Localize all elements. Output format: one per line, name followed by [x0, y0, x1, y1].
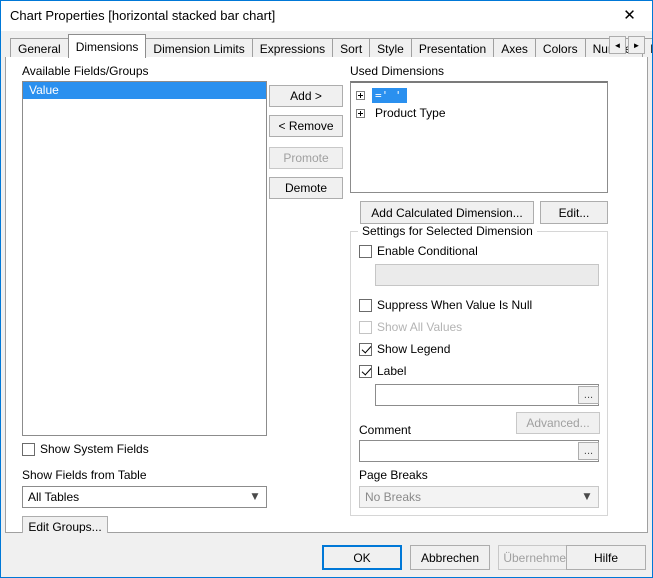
tab-dimensions[interactable]: Dimensions	[67, 34, 147, 58]
checkbox-icon	[359, 244, 372, 258]
tree-item-label: =' '	[372, 87, 407, 103]
expand-icon[interactable]	[356, 90, 365, 100]
tab-sort[interactable]: Sort	[332, 38, 371, 58]
tab-dimension-limits[interactable]: Dimension Limits	[145, 38, 253, 58]
tab-strip: General Dimensions Dimension Limits Expr…	[1, 31, 652, 58]
chevron-down-icon: ▼	[251, 492, 259, 502]
tab-axes[interactable]: Axes	[493, 38, 536, 58]
tab-colors[interactable]: Colors	[534, 38, 586, 58]
suppress-when-null-checkbox[interactable]: Suppress When Value Is Null	[359, 298, 532, 312]
tab-expressions[interactable]: Expressions	[251, 38, 334, 58]
chart-properties-dialog: Chart Properties [horizontal stacked bar…	[0, 0, 653, 578]
close-icon: ✕	[623, 6, 636, 24]
page-breaks-value: No Breaks	[365, 490, 422, 504]
help-button[interactable]: Hilfe	[566, 545, 646, 570]
expand-icon[interactable]	[356, 108, 365, 118]
comment-input[interactable]	[359, 440, 599, 462]
demote-dimension-button[interactable]: Demote	[269, 177, 343, 199]
table-filter-select[interactable]: All Tables ▼	[22, 486, 267, 508]
checkbox-icon	[359, 320, 372, 334]
label-browse-button[interactable]: ...	[578, 386, 599, 404]
add-dimension-button[interactable]: Add >	[269, 85, 343, 107]
checkbox-icon	[22, 442, 35, 456]
tab-scroll-buttons: ◄ ►	[609, 36, 645, 54]
settings-group-title: Settings for Selected Dimension	[358, 224, 537, 238]
tree-row[interactable]: Product Type	[351, 104, 607, 122]
list-item[interactable]: Value	[23, 82, 266, 99]
ok-button[interactable]: OK	[322, 545, 402, 570]
used-dimensions-label: Used Dimensions	[350, 64, 445, 78]
tab-style[interactable]: Style	[369, 38, 412, 58]
checkbox-icon	[359, 364, 372, 378]
show-all-values-checkbox: Show All Values	[359, 320, 462, 334]
page-breaks-label: Page Breaks	[359, 468, 428, 482]
dimensions-tab-panel: Available Fields/Groups Value Show Syste…	[5, 57, 648, 573]
dialog-footer: OK Abbrechen Übernehmen Hilfe	[1, 533, 652, 577]
window-title: Chart Properties [horizontal stacked bar…	[10, 8, 276, 23]
show-fields-from-table-label: Show Fields from Table	[22, 468, 147, 482]
suppress-when-null-label: Suppress When Value Is Null	[377, 298, 533, 312]
chevron-down-icon: ▼	[583, 492, 591, 502]
cancel-button[interactable]: Abbrechen	[410, 545, 490, 570]
table-filter-value: All Tables	[28, 490, 80, 504]
edit-dimension-button[interactable]: Edit...	[540, 201, 608, 224]
enable-conditional-checkbox[interactable]: Enable Conditional	[359, 244, 478, 258]
show-legend-label: Show Legend	[377, 342, 451, 356]
tab-scroll-right-icon[interactable]: ►	[628, 36, 645, 54]
checkbox-icon	[359, 298, 372, 312]
show-system-fields-label: Show System Fields	[40, 442, 149, 456]
tab-list: General Dimensions Dimension Limits Expr…	[10, 34, 652, 58]
checkbox-icon	[359, 342, 372, 356]
conditional-expression-input	[375, 264, 599, 286]
comment-label: Comment	[359, 423, 412, 437]
tree-row[interactable]: =' '	[351, 86, 607, 104]
available-fields-list[interactable]: Value	[22, 81, 267, 436]
remove-dimension-button[interactable]: < Remove	[269, 115, 343, 137]
enable-conditional-label: Enable Conditional	[377, 244, 478, 258]
tree-item-label: Product Type	[375, 106, 446, 120]
page-breaks-select[interactable]: No Breaks ▼	[359, 486, 599, 508]
show-all-values-label: Show All Values	[377, 320, 463, 334]
tab-general[interactable]: General	[10, 38, 69, 58]
close-button[interactable]: ✕	[607, 1, 652, 30]
show-system-fields-checkbox[interactable]: Show System Fields	[22, 442, 149, 456]
used-dimensions-tree[interactable]: =' ' Product Type	[350, 81, 608, 193]
tab-scroll-left-icon[interactable]: ◄	[609, 36, 626, 54]
available-fields-label: Available Fields/Groups	[22, 64, 149, 78]
advanced-button: Advanced...	[516, 412, 600, 434]
label-checkbox-label: Label	[377, 364, 407, 378]
promote-dimension-button: Promote	[269, 147, 343, 169]
tab-presentation[interactable]: Presentation	[410, 38, 495, 58]
add-calculated-dimension-button[interactable]: Add Calculated Dimension...	[360, 201, 534, 224]
label-input[interactable]	[375, 384, 599, 406]
comment-browse-button[interactable]: ...	[578, 442, 599, 460]
title-bar: Chart Properties [horizontal stacked bar…	[1, 1, 652, 31]
show-legend-checkbox[interactable]: Show Legend	[359, 342, 450, 356]
label-checkbox[interactable]: Label	[359, 364, 406, 378]
